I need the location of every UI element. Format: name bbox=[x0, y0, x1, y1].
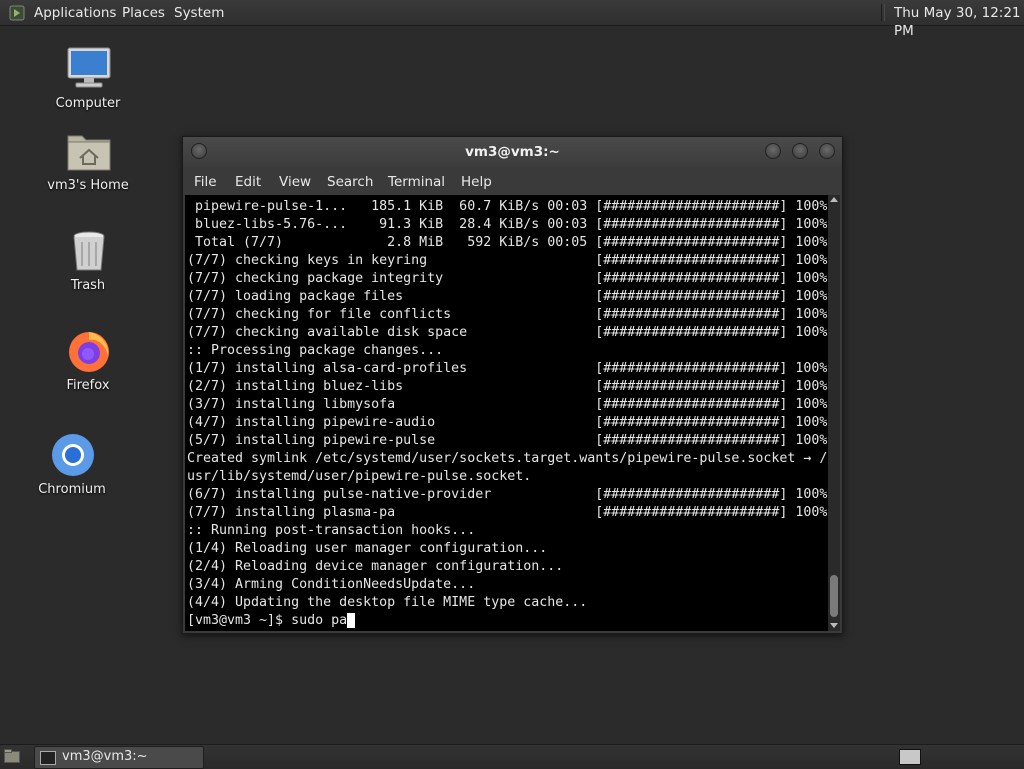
terminal-line: (7/7) checking available disk space [###… bbox=[187, 325, 828, 340]
terminal-line: (7/7) checking package integrity [######… bbox=[187, 271, 828, 286]
terminal-line: (3/4) Arming ConditionNeedsUpdate... bbox=[187, 577, 476, 592]
terminal-icon bbox=[40, 751, 56, 765]
scroll-up-arrow-icon[interactable] bbox=[830, 197, 838, 202]
system-menu[interactable]: System bbox=[174, 4, 224, 22]
scroll-down-arrow-icon[interactable] bbox=[830, 623, 838, 628]
terminal-line: Created symlink /etc/systemd/user/socket… bbox=[187, 451, 828, 466]
menu-edit[interactable]: Edit bbox=[235, 174, 261, 190]
minimize-button[interactable] bbox=[765, 143, 781, 159]
scrollbar-thumb[interactable] bbox=[830, 575, 838, 617]
terminal-line: (4/4) Updating the desktop file MIME typ… bbox=[187, 595, 588, 610]
terminal-scrollbar[interactable] bbox=[828, 195, 840, 631]
terminal-window[interactable]: vm3@vm3:~ File Edit View Search Terminal… bbox=[182, 136, 843, 634]
menu-view[interactable]: View bbox=[279, 174, 311, 190]
applications-menu[interactable]: Applications bbox=[34, 4, 116, 22]
terminal-line: (7/7) checking keys in keyring [########… bbox=[187, 253, 828, 268]
terminal-line: (4/7) installing pipewire-audio [#######… bbox=[187, 415, 828, 430]
computer-icon bbox=[67, 47, 111, 88]
terminal-line: pipewire-pulse-1... 185.1 KiB 60.7 KiB/s… bbox=[187, 199, 828, 214]
terminal-prompt[interactable]: [vm3@vm3 ~]$ sudo pa bbox=[187, 613, 347, 628]
menu-help[interactable]: Help bbox=[461, 174, 492, 190]
terminal-line: (3/7) installing libmysofa [############… bbox=[187, 397, 828, 412]
distro-logo-icon[interactable] bbox=[9, 5, 25, 21]
desktop-icon-label: Trash bbox=[70, 278, 106, 293]
terminal-line: usr/lib/systemd/user/pipewire-pulse.sock… bbox=[187, 469, 532, 484]
desktop-icon-label: Firefox bbox=[66, 378, 110, 393]
terminal-line: Total (7/7) 2.8 MiB 592 KiB/s 00:05 [###… bbox=[187, 235, 828, 250]
terminal-line: (1/7) installing alsa-card-profiles [###… bbox=[187, 361, 828, 376]
taskbar-terminal-button[interactable]: vm3@vm3:~ bbox=[34, 746, 204, 769]
panel-separator bbox=[881, 4, 885, 21]
menu-terminal[interactable]: Terminal bbox=[388, 174, 445, 190]
desktop-icon-label: Chromium bbox=[38, 482, 106, 497]
terminal-line: (7/7) installing plasma-pa [############… bbox=[187, 505, 828, 520]
clock[interactable]: Thu May 30, 12:21 PM bbox=[894, 4, 1024, 40]
window-title: vm3@vm3:~ bbox=[465, 144, 560, 160]
terminal-line: (1/4) Reloading user manager configurati… bbox=[187, 541, 548, 556]
desktop-icon-label: Computer bbox=[55, 96, 121, 111]
terminal-line: (2/4) Reloading device manager configura… bbox=[187, 559, 564, 574]
terminal-line: (7/7) loading package files [###########… bbox=[187, 289, 828, 304]
menu-file[interactable]: File bbox=[194, 174, 217, 190]
desktop-icon-label: vm3's Home bbox=[47, 178, 129, 193]
terminal-cursor bbox=[347, 613, 356, 628]
show-desktop-icon[interactable] bbox=[4, 749, 20, 763]
taskbar-button-label: vm3@vm3:~ bbox=[62, 749, 148, 764]
bottom-panel: vm3@vm3:~ bbox=[0, 744, 1024, 769]
top-panel: Applications Places System Thu May 30, 1… bbox=[0, 0, 1024, 39]
home-folder-icon bbox=[67, 135, 111, 171]
terminal-line: :: Running post-transaction hooks... bbox=[187, 523, 476, 538]
maximize-button[interactable] bbox=[792, 143, 808, 159]
terminal-text: pipewire-pulse-1... 185.1 KiB 60.7 KiB/s… bbox=[187, 198, 827, 630]
trash-icon bbox=[73, 231, 105, 271]
terminal-line: (6/7) installing pulse-native-provider [… bbox=[187, 487, 828, 502]
menu-search[interactable]: Search bbox=[327, 174, 373, 190]
firefox-icon bbox=[69, 332, 109, 372]
terminal-line: :: Processing package changes... bbox=[187, 343, 444, 358]
terminal-line: (2/7) installing bluez-libs [###########… bbox=[187, 379, 828, 394]
terminal-line: bluez-libs-5.76-... 91.3 KiB 28.4 KiB/s … bbox=[187, 217, 828, 232]
workspace-switcher[interactable] bbox=[899, 749, 921, 765]
terminal-output[interactable]: pipewire-pulse-1... 185.1 KiB 60.7 KiB/s… bbox=[185, 195, 828, 631]
close-button[interactable] bbox=[819, 143, 835, 159]
terminal-line: (7/7) checking for file conflicts [#####… bbox=[187, 307, 828, 322]
terminal-line: (5/7) installing pipewire-pulse [#######… bbox=[187, 433, 828, 448]
chromium-icon bbox=[52, 434, 94, 476]
terminal-menubar: File Edit View Search Terminal Help bbox=[183, 167, 842, 195]
places-menu[interactable]: Places bbox=[122, 4, 165, 22]
window-titlebar[interactable]: vm3@vm3:~ bbox=[183, 137, 842, 167]
